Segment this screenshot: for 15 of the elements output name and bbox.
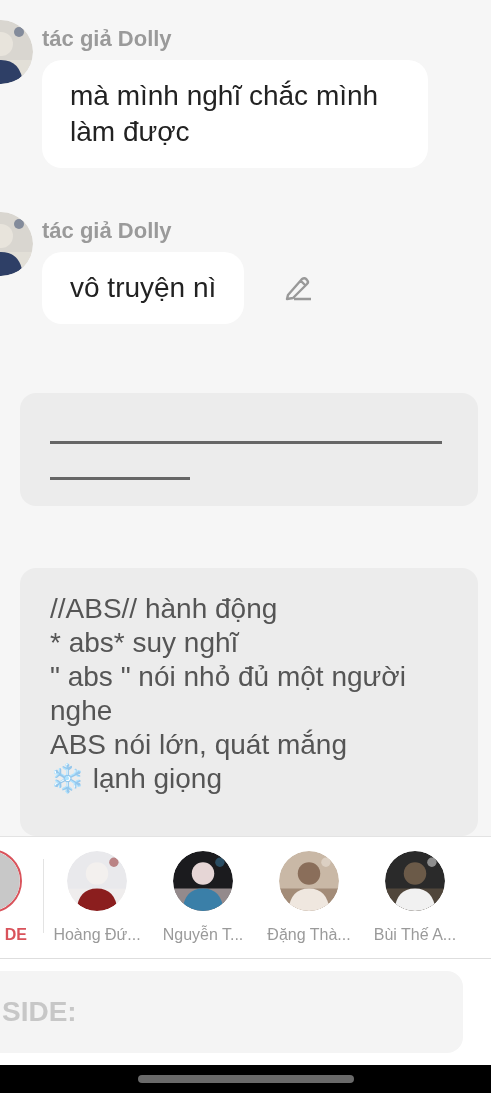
- contact-name: Đặng Thà...: [267, 925, 351, 945]
- author-name: tác giả Dolly: [42, 218, 173, 244]
- note-line: ABS nói lớn, quát mắng: [50, 728, 348, 762]
- contact-name: Bùi Thế A...: [373, 925, 457, 945]
- pencil-icon[interactable]: [284, 275, 313, 301]
- note-line: //ABS// hành động: [50, 592, 279, 626]
- note-line: " abs " nói nhỏ đủ một người nghe: [50, 660, 407, 728]
- contact-name: Nguyễn T...: [162, 925, 244, 945]
- note-line: ❄ lạnh giọng: [50, 762, 223, 796]
- note-line: * abs* suy nghĩ: [50, 626, 241, 660]
- message-bubble: mà mình nghĩ chắc mình làm được: [42, 60, 428, 168]
- contact-name: DE: [4, 925, 27, 945]
- author-name: tác giả Dolly: [42, 26, 173, 52]
- contact-name: Hoàng Đứ...: [53, 925, 141, 945]
- message-bubble: vô truyện nì: [42, 252, 245, 324]
